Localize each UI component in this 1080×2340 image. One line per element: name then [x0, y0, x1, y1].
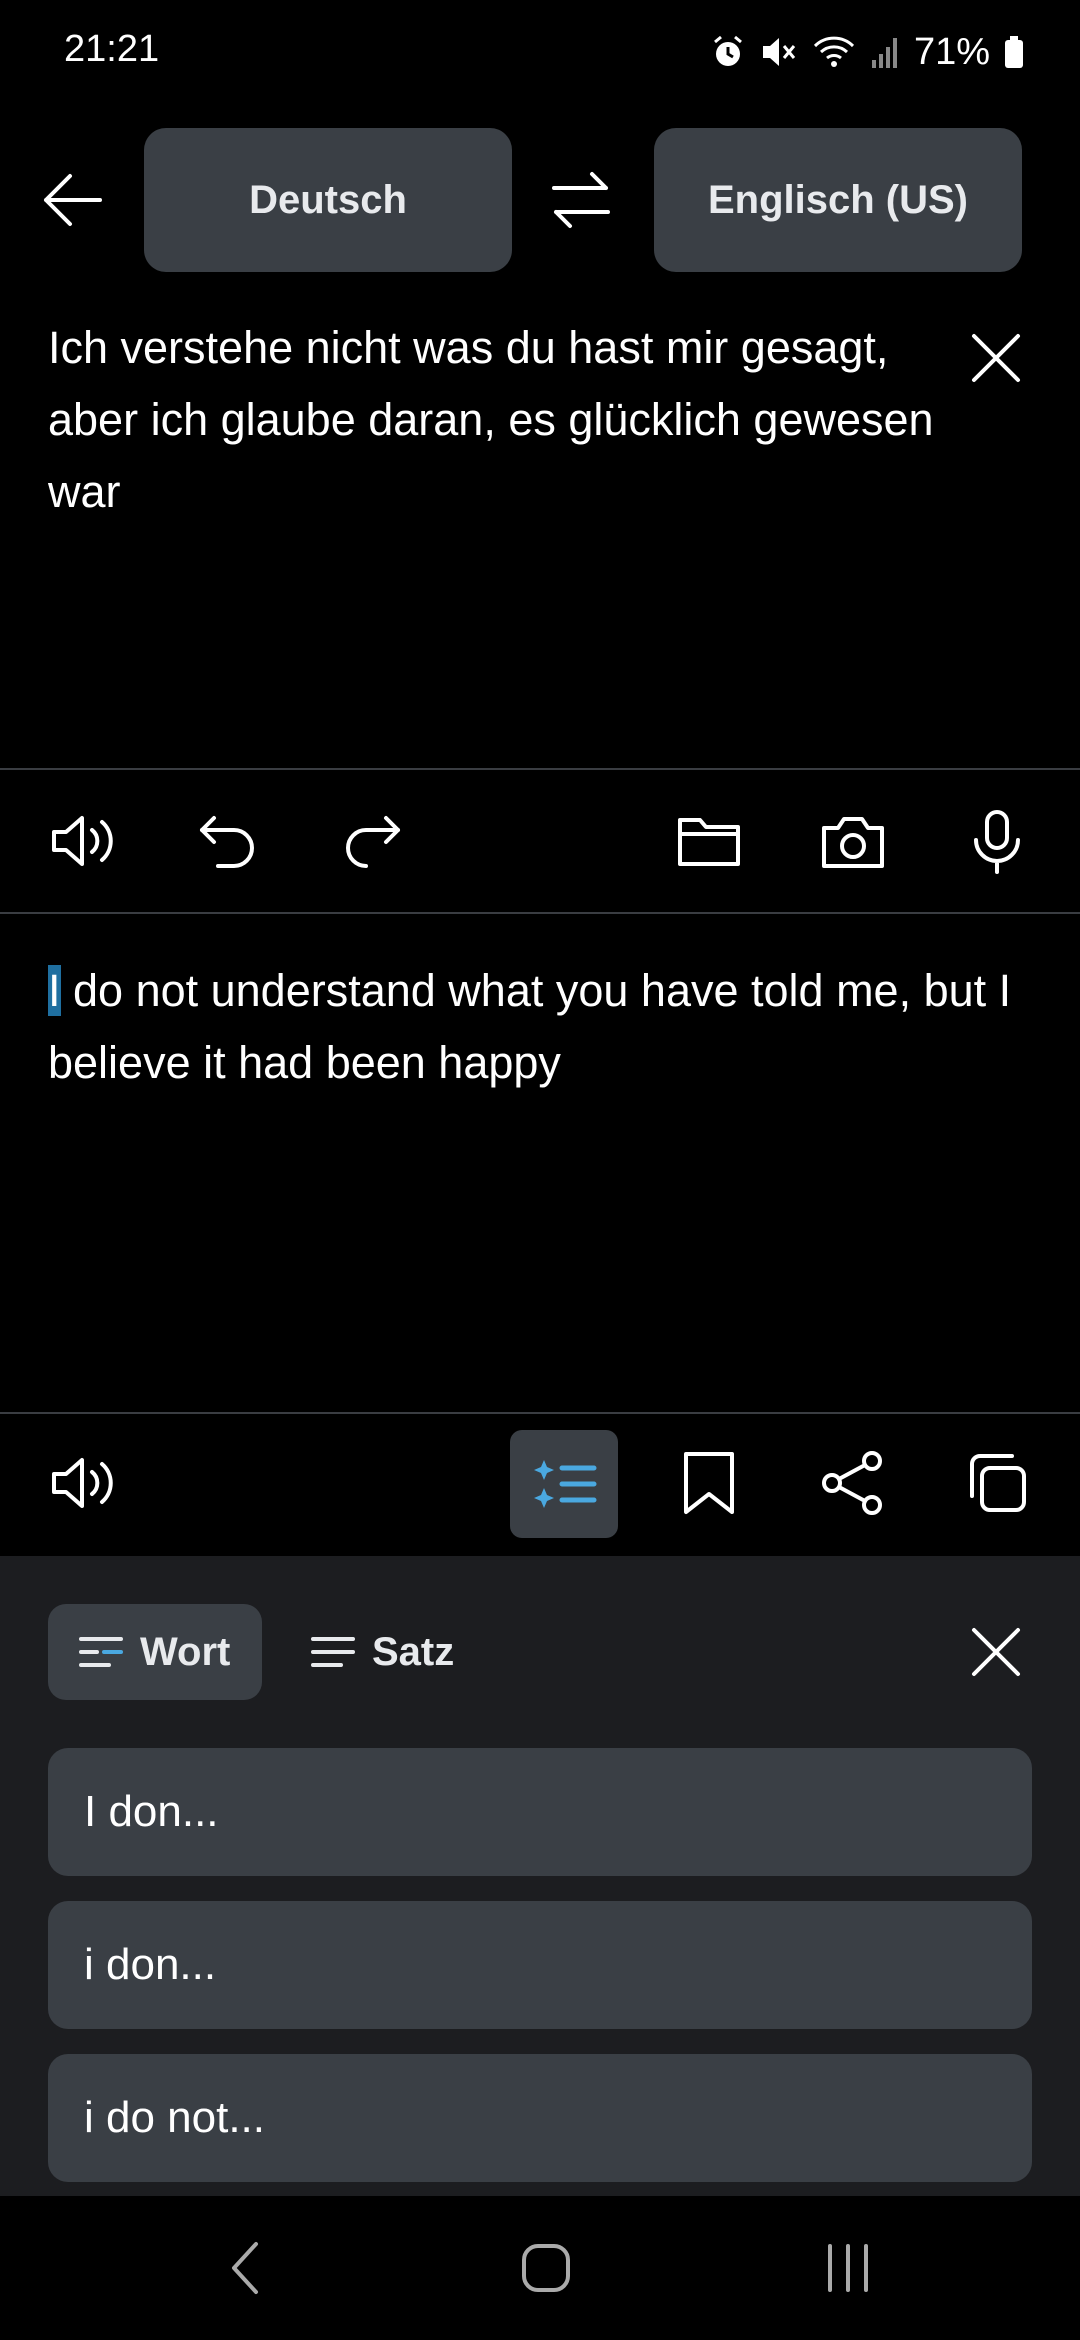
signal-icon [870, 34, 900, 70]
copy-icon [970, 1454, 1026, 1512]
nav-back-icon [232, 2242, 258, 2294]
suggestions-button[interactable] [510, 1430, 618, 1538]
battery-percent: 71% [913, 30, 990, 73]
close-panel-button[interactable] [966, 1622, 1026, 1682]
undo-icon [200, 816, 254, 868]
lines-icon [79, 1637, 123, 1667]
tab-sentence-label: Satz [372, 1629, 455, 1674]
swap-icon [552, 172, 610, 228]
back-button[interactable] [38, 168, 108, 232]
source-text-input[interactable]: Ich verstehe nicht was du hast mir gesag… [48, 312, 938, 528]
nav-home-icon [522, 2244, 570, 2292]
suggestion-item[interactable]: I don... [48, 1748, 1032, 1876]
copy-button[interactable] [962, 1448, 1032, 1518]
alarm-icon [710, 34, 746, 70]
source-language-button[interactable]: Deutsch [144, 128, 512, 272]
nav-recents-icon [828, 2244, 868, 2292]
nav-recents-button[interactable] [818, 2238, 878, 2298]
share-icon [822, 1451, 882, 1515]
bookmark-button[interactable] [674, 1448, 744, 1518]
suggestion-item[interactable]: i don... [48, 1901, 1032, 2029]
divider [0, 768, 1080, 770]
open-file-button[interactable] [674, 806, 744, 876]
sparkle-list-icon [534, 1460, 597, 1508]
camera-icon [822, 817, 884, 868]
camera-button[interactable] [818, 806, 888, 876]
lines-icon [311, 1637, 355, 1667]
wifi-icon [812, 34, 856, 70]
tab-word[interactable]: Wort [48, 1604, 262, 1700]
undo-button[interactable] [194, 806, 264, 876]
divider [0, 912, 1080, 914]
redo-button[interactable] [336, 806, 406, 876]
speaker-icon [52, 1458, 113, 1508]
selected-word[interactable]: I [48, 965, 61, 1016]
share-button[interactable] [818, 1448, 888, 1518]
swap-languages-button[interactable] [548, 166, 614, 234]
close-icon [972, 1628, 1020, 1676]
speak-translation-button[interactable] [48, 1448, 118, 1518]
tab-sentence[interactable]: Satz [310, 1604, 454, 1700]
tab-word-label: Wort [140, 1629, 231, 1674]
speak-source-button[interactable] [48, 806, 118, 876]
microphone-icon [974, 810, 1020, 874]
clear-source-button[interactable] [966, 328, 1026, 388]
status-time: 21:21 [64, 28, 160, 70]
status-icons: 71% [710, 28, 1024, 76]
close-icon [972, 334, 1020, 382]
translation-text: do not understand what you have told me,… [48, 965, 1012, 1088]
redo-icon [346, 816, 400, 868]
battery-icon [1004, 34, 1024, 70]
translation-output[interactable]: I do not understand what you have told m… [48, 955, 1038, 1099]
folder-icon [678, 818, 740, 866]
nav-home-button[interactable] [516, 2238, 576, 2298]
target-language-button[interactable]: Englisch (US) [654, 128, 1022, 272]
nav-back-button[interactable] [222, 2238, 272, 2298]
microphone-button[interactable] [962, 806, 1032, 876]
back-arrow-icon [44, 174, 102, 226]
speaker-icon [52, 816, 113, 866]
divider [0, 1412, 1080, 1414]
mute-icon [760, 34, 798, 70]
suggestion-item[interactable]: i do not... [48, 2054, 1032, 2182]
bookmark-icon [684, 1452, 734, 1514]
